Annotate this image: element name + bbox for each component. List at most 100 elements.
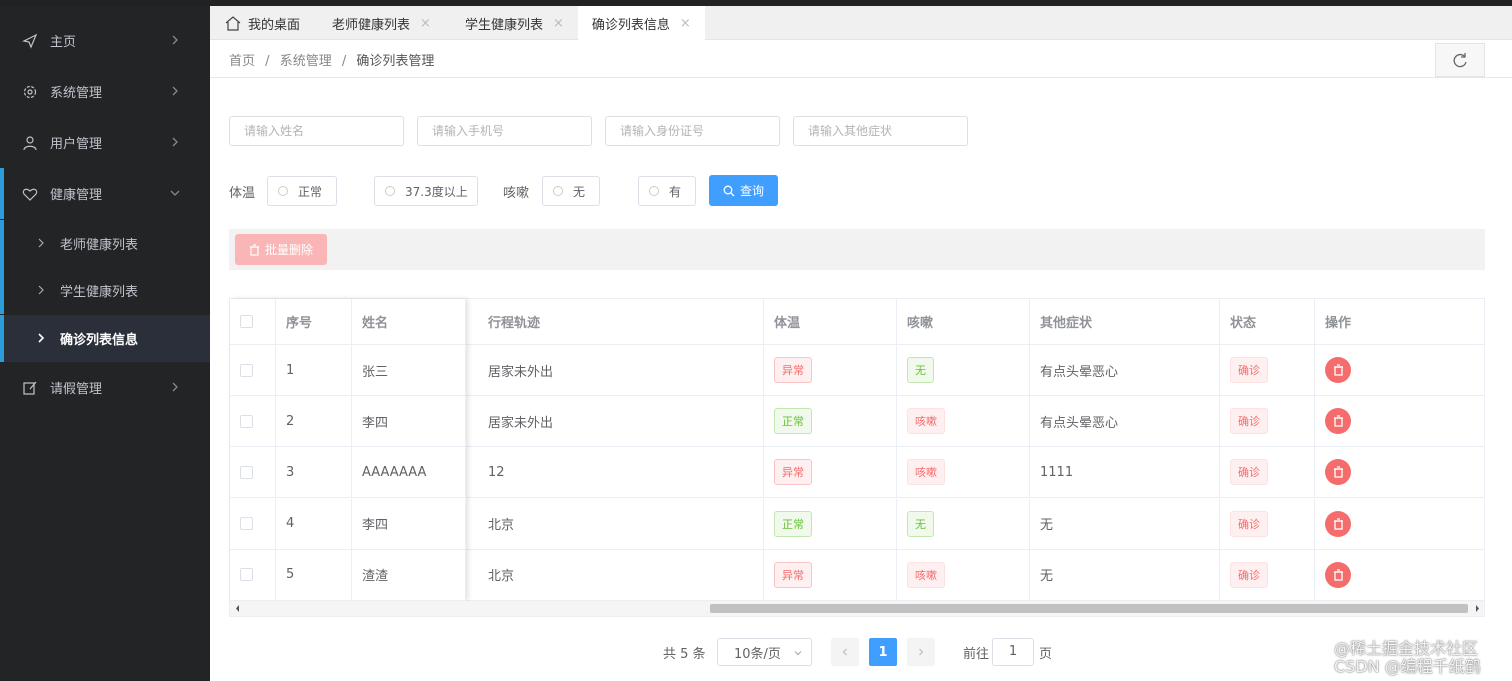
batch-delete-label: 批量删除: [264, 243, 313, 257]
delete-row-button[interactable]: [1325, 459, 1351, 486]
scrollbar-thumb[interactable]: [710, 604, 1468, 613]
cell-cough: 咳嗽: [897, 549, 1030, 600]
temp-tag: 异常: [774, 357, 812, 383]
tab-confirmed-list[interactable]: 确诊列表信息 ×: [577, 6, 705, 40]
cell-other-symptoms-text: 有点头晕恶心: [1040, 415, 1119, 431]
cell-no-text: 4: [286, 516, 295, 532]
heart-icon: [22, 188, 38, 201]
radio-circle: [649, 186, 659, 196]
sidebar-item-label: 系统管理: [50, 86, 103, 101]
name-input[interactable]: [229, 116, 404, 146]
cough-tag: 无: [907, 357, 934, 383]
header-actions: 操作: [1325, 316, 1352, 331]
delete-row-button[interactable]: [1325, 561, 1351, 588]
sidebar-item-home[interactable]: 主页: [0, 15, 210, 66]
sidebar-item-users[interactable]: 用户管理: [0, 117, 210, 168]
chevron-down-icon: [170, 190, 180, 196]
tab-teacher-health[interactable]: 老师健康列表 ×: [314, 6, 445, 40]
goto-page-input[interactable]: 1: [992, 638, 1034, 666]
header-no[interactable]: 序号: [276, 299, 352, 344]
cell-no: 3: [276, 447, 352, 498]
row-select-cell: [230, 498, 276, 549]
chevron-right-icon: [172, 137, 178, 147]
cell-no: 2: [276, 396, 352, 447]
sidebar-subitem-confirmed-list[interactable]: 确诊列表信息: [0, 315, 210, 362]
cough-no-radio[interactable]: 无: [542, 176, 600, 206]
header-trip[interactable]: 行程轨迹: [478, 299, 764, 344]
cell-other-symptoms-text: 有点头晕恶心: [1040, 364, 1119, 380]
cell-no-text: 3: [286, 464, 295, 480]
temperature-label: 体温: [229, 186, 256, 201]
prev-page-button[interactable]: [831, 638, 859, 666]
page-size-select[interactable]: 10条/页: [717, 638, 812, 666]
header-name[interactable]: 姓名: [352, 299, 466, 344]
next-page-button[interactable]: [907, 638, 935, 666]
temp-normal-radio[interactable]: 正常: [267, 176, 337, 206]
tab-label: 我的桌面: [248, 17, 301, 33]
cell-actions: [1315, 447, 1484, 497]
breadcrumb-home[interactable]: 首页: [229, 54, 255, 69]
cell-name: 李四: [352, 498, 466, 549]
select-all-checkbox[interactable]: [240, 315, 253, 328]
temp-tag: 正常: [774, 510, 812, 537]
user-icon: [23, 135, 37, 150]
header-other-symptoms[interactable]: 其他症状: [1030, 299, 1220, 344]
page-number-current[interactable]: 1: [869, 638, 897, 666]
close-icon[interactable]: ×: [680, 16, 691, 31]
sidebar-item-health[interactable]: 健康管理: [0, 168, 210, 219]
tab-desktop[interactable]: 我的桌面: [210, 6, 314, 40]
data-table: 序号 姓名 行程轨迹 体温 咳嗽 其他症状 状态 操作 1 张三 居家未外出 异常无有…: [229, 298, 1485, 617]
temp-high-radio[interactable]: 37.3度以上: [374, 176, 478, 206]
cell-name: 李四: [352, 396, 466, 447]
breadcrumb-system[interactable]: 系统管理: [280, 54, 332, 69]
status-tag: 确诊: [1230, 510, 1268, 537]
radio-circle: [553, 186, 563, 196]
header-status[interactable]: 状态: [1220, 299, 1315, 344]
watermark-line2: CSDN @编程千纸鹤: [1334, 657, 1481, 676]
header-temperature[interactable]: 体温: [764, 299, 897, 344]
delete-row-button[interactable]: [1325, 408, 1351, 435]
sidebar-item-label: 主页: [50, 35, 77, 50]
row-select-cell: [230, 345, 276, 395]
close-icon[interactable]: ×: [420, 16, 431, 31]
symptom-input[interactable]: [793, 116, 968, 146]
scroll-right-arrow-icon[interactable]: [1472, 601, 1482, 616]
cell-other-symptoms: 无: [1030, 498, 1220, 549]
chevron-right-icon: [172, 382, 178, 392]
row-checkbox[interactable]: [240, 465, 253, 479]
cell-name-text: AAAAAAA: [362, 464, 427, 480]
delete-row-button[interactable]: [1325, 357, 1351, 383]
tab-student-health[interactable]: 学生健康列表 ×: [445, 6, 578, 40]
sidebar-subitem-teacher-health[interactable]: 老师健康列表: [0, 220, 210, 267]
row-checkbox[interactable]: [240, 363, 253, 377]
cell-temperature: 异常: [764, 447, 897, 498]
table-row: 1 张三 居家未外出 异常 无 有点头晕恶心 确诊: [230, 345, 1484, 396]
sidebar-item-leave[interactable]: 请假管理: [0, 362, 210, 413]
horizontal-scrollbar[interactable]: [230, 601, 1484, 616]
refresh-button[interactable]: [1435, 43, 1485, 77]
cell-temperature: 正常: [764, 396, 897, 447]
phone-input[interactable]: [417, 116, 592, 146]
cough-tag: 咳嗽: [907, 459, 945, 486]
tab-bar: 我的桌面 老师健康列表 × 学生健康列表 × 确诊列表信息 ×: [210, 6, 1512, 40]
query-button[interactable]: 查询: [709, 175, 778, 206]
sidebar-item-system[interactable]: 系统管理: [0, 66, 210, 117]
tab-label: 老师健康列表: [332, 17, 411, 33]
scroll-left-arrow-icon[interactable]: [233, 601, 243, 616]
id-number-input[interactable]: [605, 116, 780, 146]
cough-yes-radio[interactable]: 有: [638, 176, 696, 206]
row-checkbox[interactable]: [240, 568, 253, 582]
cell-actions: [1315, 345, 1484, 395]
close-icon[interactable]: ×: [553, 16, 564, 31]
cell-other-symptoms-text: 无: [1040, 518, 1054, 534]
search-icon: [723, 185, 735, 196]
sidebar-subitem-student-health[interactable]: 学生健康列表: [0, 267, 210, 314]
header-cough[interactable]: 咳嗽: [897, 299, 1030, 344]
row-checkbox[interactable]: [240, 517, 253, 531]
row-checkbox[interactable]: [240, 414, 253, 428]
radio-circle: [385, 186, 395, 196]
row-select-cell: [230, 549, 276, 600]
delete-row-button[interactable]: [1325, 510, 1351, 537]
batch-delete-button[interactable]: 批量删除: [235, 234, 327, 265]
home-icon: [225, 16, 241, 31]
